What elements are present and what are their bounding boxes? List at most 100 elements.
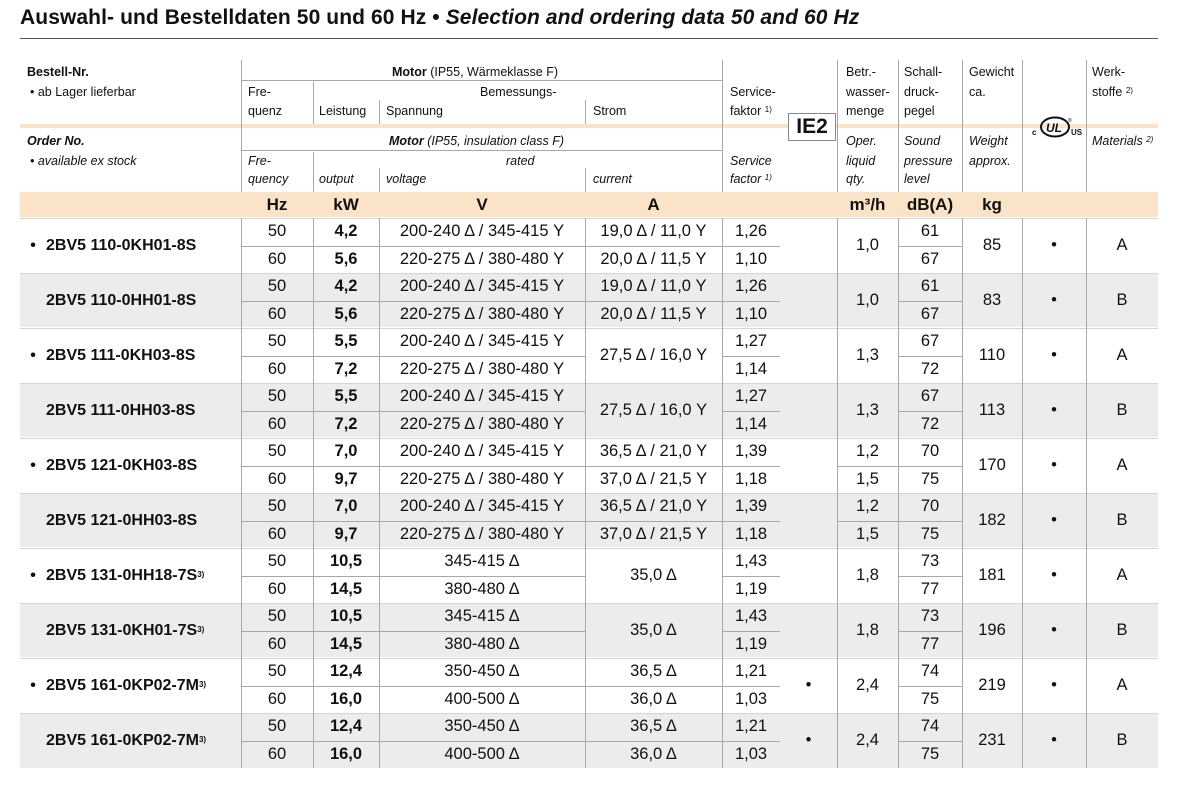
freq-cell: 50	[267, 332, 287, 351]
power-cell: 12,4	[329, 662, 363, 681]
sound-cell: 67	[920, 332, 940, 351]
culus-us: US	[1071, 128, 1083, 137]
subrow-divider	[898, 740, 962, 742]
culus-c: c	[1032, 128, 1037, 137]
service-factor-cell: 1,39	[734, 497, 768, 516]
sound-cell: 73	[920, 607, 940, 626]
current-cell: 36,5 Δ / 21,0 Y	[599, 497, 708, 516]
current-cell: 27,5 Δ / 16,0 Y	[599, 401, 708, 419]
unit-voltage: V	[476, 195, 488, 214]
voltage-cell: 200-240 Δ / 345-415 Y	[399, 277, 565, 296]
ul-bullet: •	[1051, 401, 1057, 419]
freq-cell: 50	[267, 497, 287, 516]
service-factor-cell: 1,39	[734, 442, 768, 461]
hdr-service2-de-text: faktor	[730, 104, 762, 118]
column-divider	[962, 218, 963, 768]
subrow-divider	[313, 520, 379, 522]
hdr-service1-de: Service-	[730, 85, 776, 99]
subrow-divider	[898, 520, 962, 522]
water-cell: 1,2	[856, 497, 879, 516]
hdr-power-en: output	[319, 172, 354, 186]
hdr-vline-4b	[585, 168, 586, 192]
sound-cell: 75	[920, 744, 940, 763]
unit-weight: kg	[982, 195, 1002, 214]
ie2-bullet: •	[805, 731, 812, 749]
hdr-vline-2a	[313, 82, 314, 124]
freq-cell: 60	[267, 359, 287, 378]
power-cell: 16,0	[329, 689, 363, 708]
subrow-divider	[379, 410, 585, 412]
order-number-text: 2BV5 110-0HH01-8S	[46, 291, 197, 309]
sound-cell: 74	[920, 717, 940, 736]
hdr-water1-de: Betr.-	[846, 65, 876, 79]
power-cell: 7,0	[334, 442, 358, 461]
freq-cell: 60	[267, 469, 287, 488]
hdr-motor-en: Motor (IP55, insulation class F)	[389, 133, 564, 149]
subrow-divider	[722, 355, 780, 357]
material-cell: A	[1116, 566, 1128, 584]
subrow-divider	[585, 465, 722, 467]
voltage-cell: 400-500 Δ	[444, 689, 520, 708]
water-cell: 2,4	[856, 676, 879, 694]
service-factor-cell: 1,26	[734, 222, 768, 241]
hdr-mat2-de: stoffe 2)	[1092, 84, 1133, 100]
subrow-divider	[379, 740, 585, 742]
subrow-divider	[722, 410, 780, 412]
freq-cell: 50	[267, 552, 287, 571]
subrow-divider	[313, 575, 379, 577]
column-divider	[898, 218, 899, 768]
power-cell: 16,0	[329, 744, 363, 763]
power-cell: 7,2	[334, 414, 358, 433]
subrow-divider	[313, 355, 379, 357]
hdr-mat-en-text: Materials	[1092, 134, 1143, 148]
hdr-vline-3b	[379, 168, 380, 192]
weight-cell: 181	[978, 566, 1006, 584]
hdr-order-no-en: Order No.	[27, 134, 85, 148]
hdr-service-sup-en: 1)	[764, 173, 772, 182]
subrow-divider	[722, 465, 780, 467]
subrow-divider	[585, 740, 722, 742]
sound-cell: 72	[920, 414, 940, 433]
current-cell: 36,0 Δ	[630, 744, 677, 763]
subrow-divider	[241, 355, 313, 357]
order-number: 2BV5 131-0KH01-7S 3)	[20, 603, 241, 658]
sound-cell: 70	[920, 442, 940, 461]
hdr-water2-en: liquid	[846, 154, 876, 168]
service-factor-cell: 1,19	[734, 634, 768, 653]
current-cell: 36,5 Δ / 21,0 Y	[599, 442, 708, 461]
service-factor-cell: 1,18	[734, 524, 768, 543]
service-factor-cell: 1,43	[734, 552, 768, 571]
current-cell: 20,0 Δ / 11,5 Y	[600, 249, 707, 268]
hdr-mat-en: Materials 2)	[1092, 133, 1153, 149]
material-cell: B	[1116, 401, 1128, 419]
subrow-divider	[722, 245, 780, 247]
voltage-cell: 380-480 Δ	[444, 579, 520, 598]
title-separator: •	[426, 6, 446, 29]
subrow-divider	[722, 685, 780, 687]
material-cell: A	[1116, 346, 1128, 364]
subrow-divider	[379, 465, 585, 467]
stock-bullet: •	[30, 456, 36, 474]
hdr-weight2-en: approx.	[969, 154, 1011, 168]
subrow-divider	[241, 300, 313, 302]
hdr-vline-9	[1022, 60, 1023, 192]
sound-cell: 70	[920, 497, 940, 516]
service-factor-cell: 1,14	[734, 359, 768, 378]
hdr-motor-de-bold: Motor	[392, 65, 427, 79]
order-number-text: 2BV5 121-0HH03-8S	[46, 511, 198, 529]
sound-cell: 75	[920, 469, 940, 488]
subrow-divider	[241, 575, 313, 577]
hdr-service2-de: faktor 1)	[730, 103, 772, 119]
hdr-power-de: Leistung	[319, 104, 367, 118]
hdr-vline-1	[241, 60, 242, 192]
hdr-freq1-de: Fre-	[248, 85, 271, 99]
hdr-mat-sup-en: 2)	[1146, 135, 1154, 144]
order-number-text: 2BV5 110-0KH01-8S	[46, 236, 197, 254]
sound-cell: 61	[920, 277, 940, 296]
subrow-divider	[241, 465, 313, 467]
hdr-vline-6	[837, 60, 838, 192]
voltage-cell: 220-275 Δ / 380-480 Y	[399, 249, 565, 268]
weight-cell: 113	[978, 401, 1006, 419]
hdr-motor-en-note: (IP55, insulation class F)	[423, 134, 565, 148]
column-divider	[379, 218, 380, 768]
